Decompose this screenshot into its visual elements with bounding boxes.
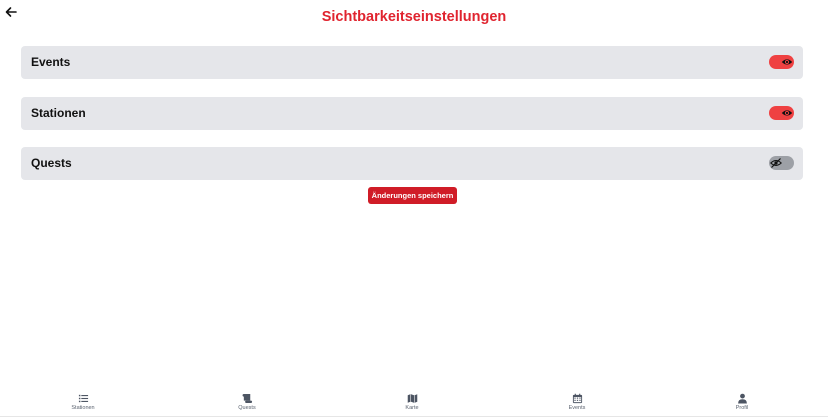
page-title: Sichtbarkeitseinstellungen [321, 9, 507, 25]
eye-icon [780, 55, 794, 69]
nav-item-quests[interactable]: Quests [217, 393, 277, 411]
eye-icon [780, 106, 794, 120]
calendar-icon [572, 393, 582, 404]
list-icon [78, 394, 88, 403]
setting-label-stationen: Stationen [31, 106, 86, 120]
setting-label-quests: Quests [31, 156, 72, 170]
setting-row-quests: Quests [21, 147, 803, 180]
stationen-visibility-toggle[interactable] [769, 106, 794, 120]
nav-label-stationen: Stationen [71, 405, 95, 411]
quests-visibility-toggle[interactable] [769, 156, 794, 170]
nav-item-karte[interactable]: Karte [382, 393, 442, 411]
setting-row-events: Events [21, 46, 803, 79]
events-visibility-toggle[interactable] [769, 55, 794, 69]
nav-item-profil[interactable]: Profil [712, 393, 772, 411]
eye-slash-icon [769, 156, 783, 170]
setting-label-events: Events [31, 55, 71, 69]
nav-item-stationen[interactable]: Stationen [53, 393, 113, 411]
nav-label-quests: Quests [238, 405, 256, 411]
setting-row-stationen: Stationen [21, 97, 803, 130]
nav-label-events: Events [568, 405, 586, 411]
nav-item-events[interactable]: Events [547, 393, 607, 411]
save-changes-button[interactable]: Änderungen speichern [368, 187, 457, 204]
user-icon [737, 393, 747, 404]
nav-label-karte: Karte [405, 405, 419, 411]
bottom-navigation: Stationen Quests Karte Events Profil [0, 391, 828, 417]
map-icon [407, 394, 417, 403]
scroll-icon [242, 394, 252, 403]
nav-label-profil: Profil [735, 405, 749, 411]
